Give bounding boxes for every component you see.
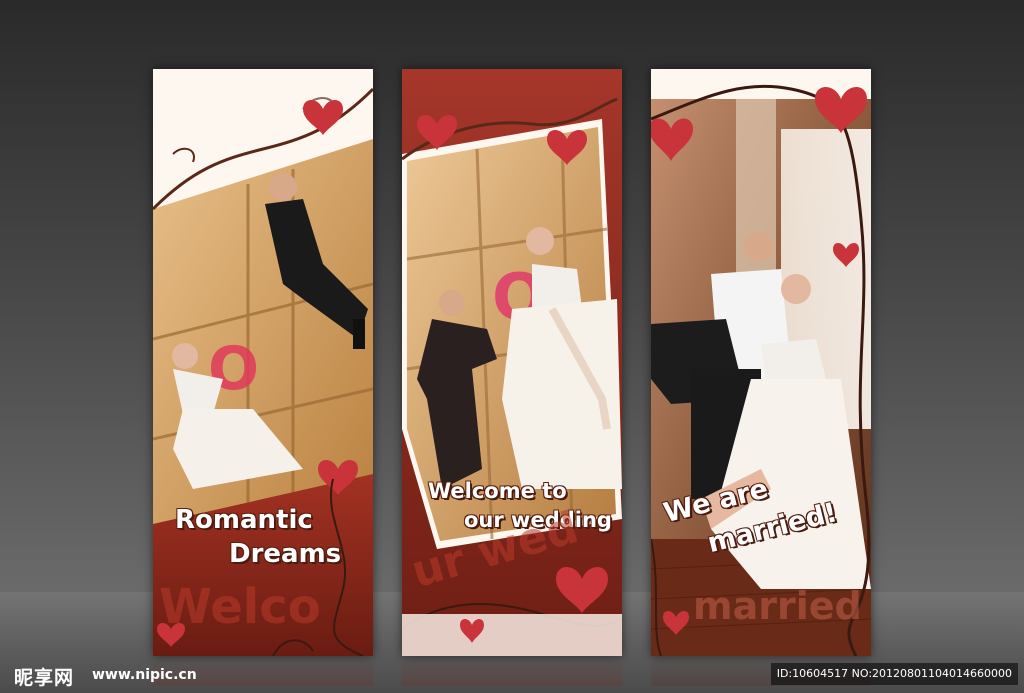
- banner-we-are-married: We are married! married: [651, 69, 871, 656]
- banner-2-title-line1: Welcome to: [428, 479, 567, 503]
- banner-romantic-dreams: O Romantic Dreams Welco: [153, 69, 373, 656]
- site-url: www.nipic.cn: [92, 667, 197, 683]
- image-id-label: ID:10604517 NO:20120801104014660000: [770, 663, 1018, 685]
- banner-3-artwork: [651, 69, 871, 656]
- banner-3-watermark: married: [693, 584, 862, 628]
- site-logo: 昵享网: [14, 667, 75, 689]
- banner-welcome-wedding: O Welcome to our wedding ur wed: [402, 69, 622, 656]
- banner-1-title-line2: Dreams: [229, 539, 342, 569]
- banner-1-watermark: Welco: [159, 579, 321, 635]
- banner-1-title-line1: Romantic: [175, 505, 313, 535]
- banner-2-reflection: [402, 656, 622, 686]
